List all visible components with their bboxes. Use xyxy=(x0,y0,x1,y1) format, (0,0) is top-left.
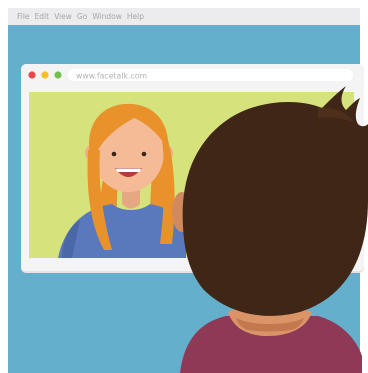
close-button[interactable] xyxy=(28,71,36,79)
video-call-scene: www.facetalk.com xyxy=(21,64,368,373)
maximize-button[interactable] xyxy=(54,71,62,79)
address-url: www.facetalk.com xyxy=(76,72,147,81)
woman-teeth xyxy=(116,168,141,172)
minimize-button[interactable] xyxy=(41,71,49,79)
woman-eye-left xyxy=(111,151,117,157)
woman-eye-right xyxy=(141,151,147,157)
illustration: File Edit View Go Window Help www.faceta… xyxy=(0,0,368,373)
